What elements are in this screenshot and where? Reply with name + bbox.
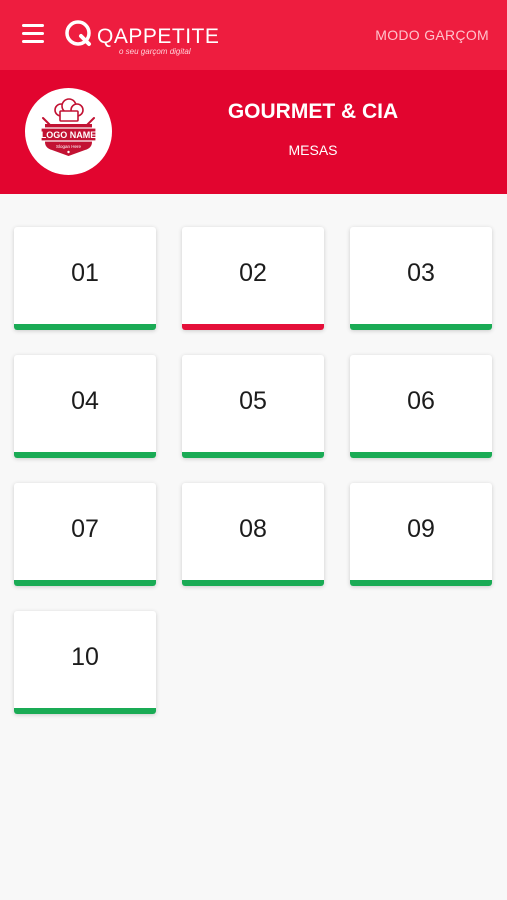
section-title: MESAS (288, 142, 338, 158)
restaurant-logo: LOGO NAME Slogan Here (25, 88, 112, 175)
table-number: 01 (71, 259, 99, 287)
restaurant-header: LOGO NAME Slogan Here GOURMET & CIA MESA… (0, 70, 507, 194)
table-status-bar (350, 580, 492, 586)
menu-icon[interactable] (22, 24, 44, 44)
table-card[interactable]: 07 (14, 483, 156, 586)
table-number: 03 (407, 259, 435, 287)
table-card[interactable]: 01 (14, 227, 156, 330)
table-card[interactable]: 10 (14, 611, 156, 714)
table-card[interactable]: 08 (182, 483, 324, 586)
table-card[interactable]: 03 (350, 227, 492, 330)
table-status-bar (182, 580, 324, 586)
restaurant-name: GOURMET & CIA (227, 100, 399, 123)
logo-slogan-text: Slogan Here (56, 144, 82, 149)
brand-tagline: o seu garçom digital (119, 47, 191, 56)
table-status-bar (14, 324, 156, 330)
table-status-bar (350, 452, 492, 458)
table-status-bar (182, 324, 324, 330)
table-status-bar (14, 452, 156, 458)
table-number: 10 (71, 643, 99, 671)
table-card[interactable]: 04 (14, 355, 156, 458)
logo-title-text: LOGO NAME (41, 130, 97, 140)
table-card[interactable]: 06 (350, 355, 492, 458)
table-status-bar (350, 324, 492, 330)
table-card[interactable]: 09 (350, 483, 492, 586)
waiter-mode-link[interactable]: MODO GARÇOM (375, 27, 489, 43)
table-number: 04 (71, 387, 99, 415)
table-number: 06 (407, 387, 435, 415)
table-card[interactable]: 05 (182, 355, 324, 458)
table-number: 08 (239, 515, 267, 543)
table-number: 05 (239, 387, 267, 415)
table-number: 09 (407, 515, 435, 543)
chef-logo-icon: LOGO NAME Slogan Here (40, 98, 97, 156)
table-number: 07 (71, 515, 99, 543)
table-number: 02 (239, 259, 267, 287)
q-logo-icon (65, 20, 91, 46)
brand-logo: QAPPETITE o seu garçom digital (64, 19, 224, 59)
brand-name: QAPPETITE (97, 25, 220, 48)
table-status-bar (14, 580, 156, 586)
table-card[interactable]: 02 (182, 227, 324, 330)
table-status-bar (14, 708, 156, 714)
top-app-bar: QAPPETITE o seu garçom digital MODO GARÇ… (0, 0, 507, 70)
table-status-bar (182, 452, 324, 458)
